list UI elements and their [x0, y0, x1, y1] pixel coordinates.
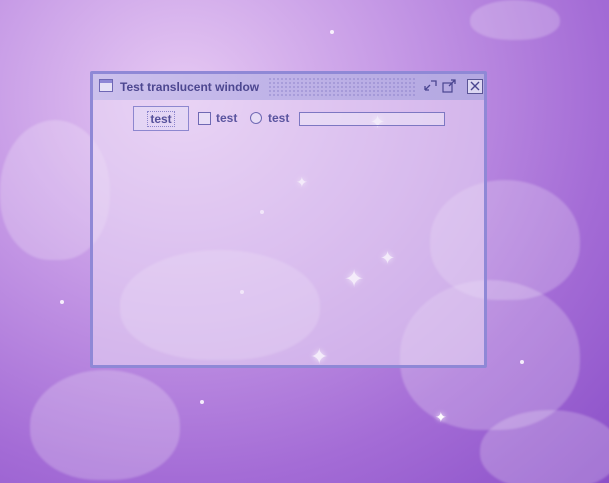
window-icon — [99, 79, 113, 92]
test-checkbox[interactable] — [198, 112, 211, 125]
test-button[interactable]: test — [133, 106, 189, 131]
title-bar[interactable]: Test translucent window — [93, 74, 484, 100]
maximize-icon[interactable] — [441, 79, 457, 94]
heart-decoration — [480, 410, 609, 483]
sparkle-icon: ✦ — [435, 410, 447, 426]
test-button-label: test — [147, 110, 175, 127]
close-icon[interactable] — [467, 79, 483, 94]
sparkle-dot — [200, 400, 204, 404]
heart-decoration — [30, 370, 180, 480]
heart-decoration — [470, 0, 560, 40]
text-field[interactable] — [299, 112, 445, 126]
checkbox-label[interactable]: test — [216, 111, 237, 125]
window-content: test test test — [93, 100, 484, 365]
minimize-icon[interactable] — [422, 79, 438, 94]
sparkle-dot — [330, 30, 334, 34]
title-bar-texture — [268, 77, 416, 97]
test-radio-button[interactable] — [250, 112, 262, 124]
window-title: Test translucent window — [120, 80, 260, 94]
sparkle-dot — [520, 360, 524, 364]
translucent-window[interactable]: Test translucent window test test test — [90, 71, 487, 368]
sparkle-dot — [60, 300, 64, 304]
radio-label[interactable]: test — [268, 111, 289, 125]
